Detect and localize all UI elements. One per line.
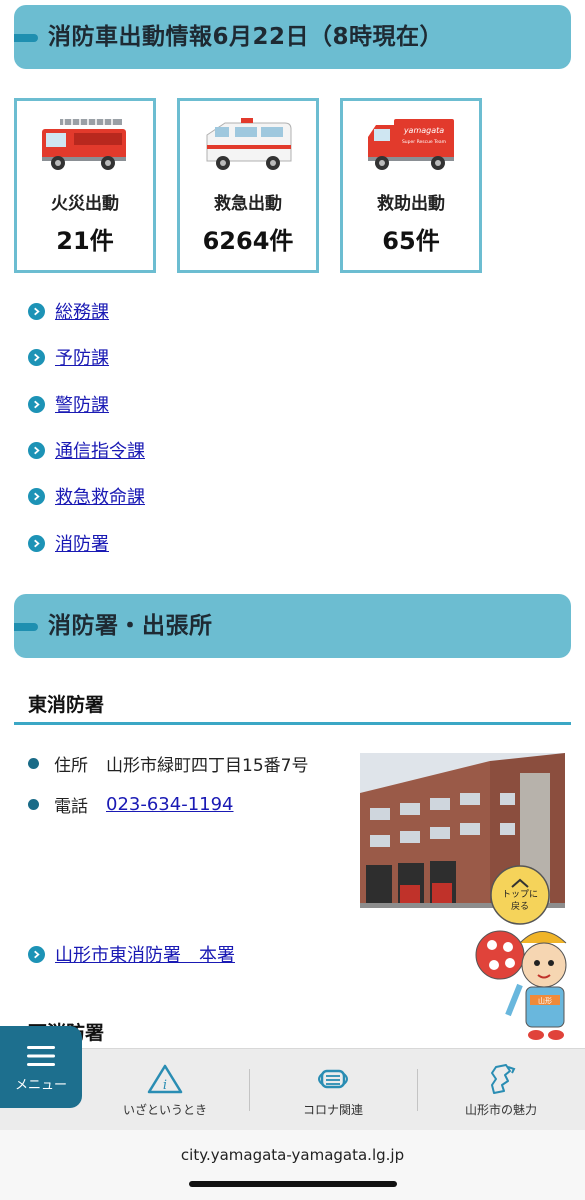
stations-section-header: 消防署・出張所 (14, 594, 571, 658)
chevron-right-icon (28, 395, 45, 413)
bottom-tab-bar: i いざというとき コロナ関連 山形市の魅力 (0, 1048, 585, 1130)
chevron-right-icon (28, 348, 45, 366)
chevron-right-icon (28, 302, 45, 320)
dept-link-soumu[interactable]: 総務課 (28, 298, 109, 324)
chevron-right-icon (28, 441, 45, 459)
dept-link-yobou[interactable]: 予防課 (28, 344, 109, 370)
dept-link-keibou[interactable]: 警防課 (28, 391, 109, 417)
dept-link-kyukyu[interactable]: 救急救命課 (28, 483, 145, 509)
mask-icon (318, 1069, 348, 1089)
dept-link-label[interactable]: 予防課 (55, 344, 109, 370)
stat-label-rescue: 救助出動 (377, 194, 445, 214)
tab-attractions[interactable]: 山形市の魅力 (431, 1049, 571, 1131)
address-label: 住所 (54, 756, 88, 776)
stat-label-fire: 火災出動 (51, 194, 119, 214)
east-station-link[interactable]: 山形市東消防署 本署 (28, 941, 235, 967)
menu-button[interactable]: メニュー (0, 1026, 82, 1108)
back-to-top-mascot[interactable]: トップに 戻る 山形 (470, 865, 580, 1050)
rescue-truck-subtext: Super Rescue Team (402, 139, 446, 145)
url-text: city.yamagata-yamagata.lg.jp (180, 1146, 405, 1164)
stat-count-rescue: 65件 (382, 227, 440, 255)
dept-link-label[interactable]: 警防課 (55, 391, 109, 417)
tab-label: 山形市の魅力 (464, 1103, 537, 1117)
dept-link-label[interactable]: 総務課 (55, 298, 109, 324)
browser-url-bar[interactable]: city.yamagata-yamagata.lg.jp (0, 1130, 585, 1200)
station-name-east: 東消防署 (28, 694, 105, 716)
stat-count-ambulance: 6264件 (202, 227, 294, 255)
dept-link-label[interactable]: 消防署 (55, 530, 109, 556)
stat-count-fire: 21件 (56, 227, 114, 255)
back-to-top-label-1: トップに (502, 889, 538, 900)
tab-label: いざというとき (122, 1103, 207, 1117)
hamburger-icon (27, 1046, 55, 1066)
mascot-sash-text: 山形 (538, 996, 552, 1005)
station-address-row: 住所 山形市緑町四丁目15番7号 (28, 751, 308, 776)
stat-card-ambulance: 救急出動 6264件 (177, 98, 319, 273)
address-value: 山形市緑町四丁目15番7号 (106, 756, 309, 776)
yamagata-map-icon (491, 1064, 516, 1094)
dept-link-label[interactable]: 救急救命課 (55, 483, 145, 509)
stations-heading: 消防署・出張所 (48, 613, 213, 639)
dispatch-section-header: 消防車出動情報6月22日（8時現在） (14, 5, 571, 69)
svg-text:i: i (163, 1078, 167, 1093)
tab-label: コロナ関連 (302, 1103, 363, 1117)
bullet-icon (28, 799, 39, 810)
chevron-right-icon (28, 487, 45, 505)
info-icon: i (147, 1064, 183, 1094)
tab-divider (249, 1069, 250, 1111)
back-to-top-label-2: 戻る (511, 900, 529, 912)
dept-link-tsushin[interactable]: 通信指令課 (28, 437, 145, 463)
rescue-truck-icon: yamagata Super Rescue Team (368, 119, 454, 170)
fire-engine-icon (42, 119, 126, 170)
rescue-truck-decal: yamagata (403, 126, 444, 135)
stat-card-rescue: yamagata Super Rescue Team 救助出動 65件 (340, 98, 482, 273)
ambulance-icon (206, 118, 292, 170)
header-accent-bar (14, 623, 38, 631)
stat-card-fire: 火災出動 21件 (14, 98, 156, 273)
east-station-link-label[interactable]: 山形市東消防署 本署 (55, 941, 235, 967)
chevron-right-icon (28, 534, 45, 552)
dispatch-heading: 消防車出動情報6月22日（8時現在） (48, 24, 444, 50)
dept-link-shobosho[interactable]: 消防署 (28, 530, 109, 556)
tab-covid[interactable]: コロナ関連 (263, 1049, 403, 1131)
menu-label: メニュー (14, 1078, 67, 1093)
stat-label-ambulance: 救急出動 (214, 194, 282, 214)
tab-emergency[interactable]: i いざというとき (95, 1049, 235, 1131)
phone-link[interactable]: 023-634-1194 (106, 794, 234, 815)
chevron-right-icon (28, 945, 45, 963)
tab-divider (417, 1069, 418, 1111)
station-divider (14, 722, 571, 725)
bullet-icon (28, 758, 39, 769)
home-indicator[interactable] (189, 1181, 397, 1187)
station-phone-row: 電話 023-634-1194 (28, 792, 234, 817)
dept-link-label[interactable]: 通信指令課 (55, 437, 145, 463)
phone-label: 電話 (54, 797, 88, 817)
header-accent-bar (14, 34, 38, 42)
